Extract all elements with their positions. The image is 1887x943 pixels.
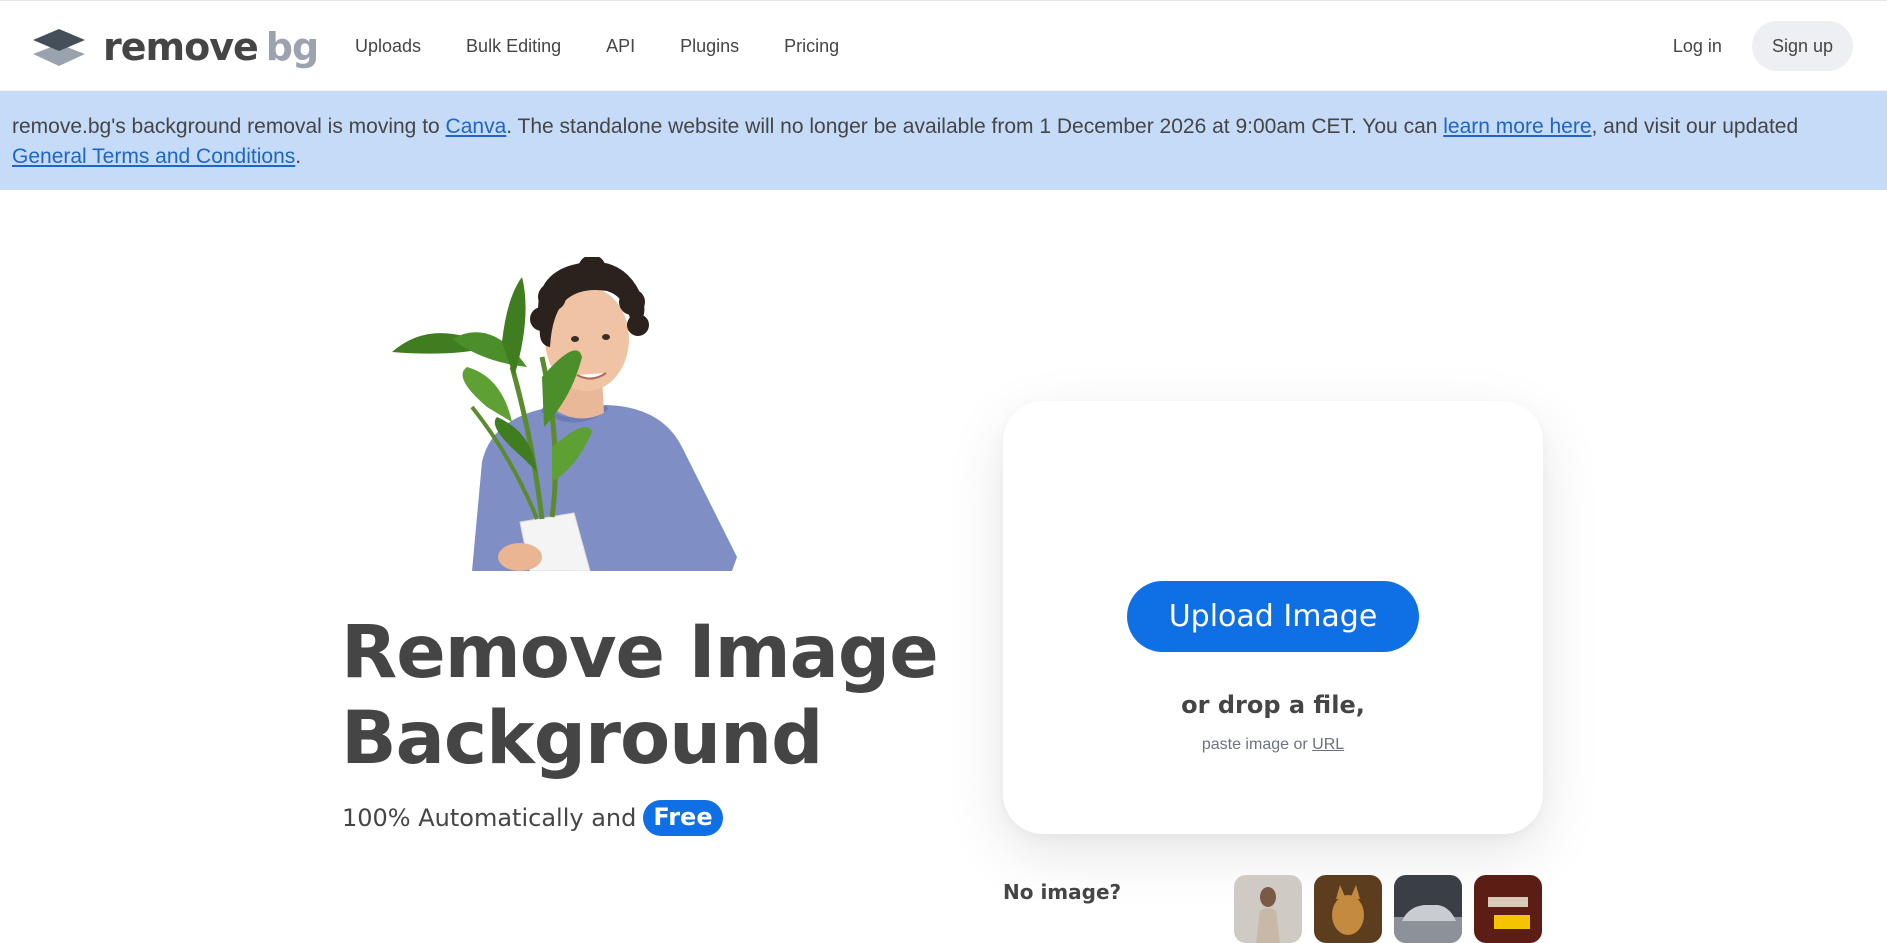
paste-hint-text: paste image or	[1201, 736, 1308, 753]
no-image-label: No image?	[1003, 880, 1122, 904]
nav-pricing[interactable]: Pricing	[784, 36, 839, 57]
logo-text: remove bg	[103, 25, 319, 69]
upload-image-button[interactable]: Upload Image	[1127, 581, 1419, 652]
canva-link[interactable]: Canva	[446, 115, 507, 138]
logo-text-main: remove	[103, 25, 259, 69]
signup-button[interactable]: Sign up	[1751, 21, 1853, 71]
nav-bulk-editing[interactable]: Bulk Editing	[466, 36, 561, 57]
hero-title-line-2: Background	[341, 696, 823, 781]
sample-image-woman[interactable]	[1234, 875, 1302, 943]
logo-icon	[33, 29, 85, 66]
sample-images	[1234, 875, 1542, 943]
hero-title-line-1: Remove Image	[341, 610, 939, 695]
nav-api[interactable]: API	[606, 36, 635, 57]
sample-image-car[interactable]	[1394, 875, 1462, 943]
upload-card[interactable]: Upload Image or drop a file, paste image…	[1003, 401, 1543, 834]
logo-text-accent: bg	[265, 25, 319, 69]
terms-link[interactable]: General Terms and Conditions	[12, 145, 295, 168]
url-link[interactable]: URL	[1312, 736, 1344, 753]
hero-subtitle: 100% Automatically and Free	[342, 800, 723, 836]
sample-image-cat[interactable]	[1314, 875, 1382, 943]
notice-text-4: .	[295, 145, 302, 168]
hero-person-with-plant-image	[392, 257, 737, 571]
paste-hint: paste image or URL	[1003, 736, 1543, 754]
main-nav: Uploads Bulk Editing API Plugins Pricing	[355, 1, 839, 92]
login-link[interactable]: Log in	[1673, 36, 1722, 57]
navbar: remove bg Uploads Bulk Editing API Plugin…	[0, 0, 1887, 91]
drop-file-text: or drop a file,	[1181, 691, 1365, 719]
logo-link[interactable]: remove bg	[31, 25, 319, 69]
free-badge: Free	[643, 800, 723, 836]
nav-plugins[interactable]: Plugins	[680, 36, 739, 57]
hero-subtitle-text: 100% Automatically and	[342, 804, 637, 832]
notice-banner: remove.bg's background removal is moving…	[0, 91, 1887, 190]
sample-image-product[interactable]	[1474, 875, 1542, 943]
auth-actions: Log in Sign up	[1673, 21, 1853, 71]
learn-more-link[interactable]: learn more here	[1443, 115, 1591, 138]
notice-text-2: . The standalone website will no longer …	[506, 115, 1444, 138]
notice-text-1: remove.bg's background removal is moving…	[12, 115, 446, 138]
nav-uploads[interactable]: Uploads	[355, 36, 421, 57]
hero-title: Remove Image Background	[341, 610, 961, 782]
notice-text-3: , and visit our updated	[1591, 115, 1799, 138]
